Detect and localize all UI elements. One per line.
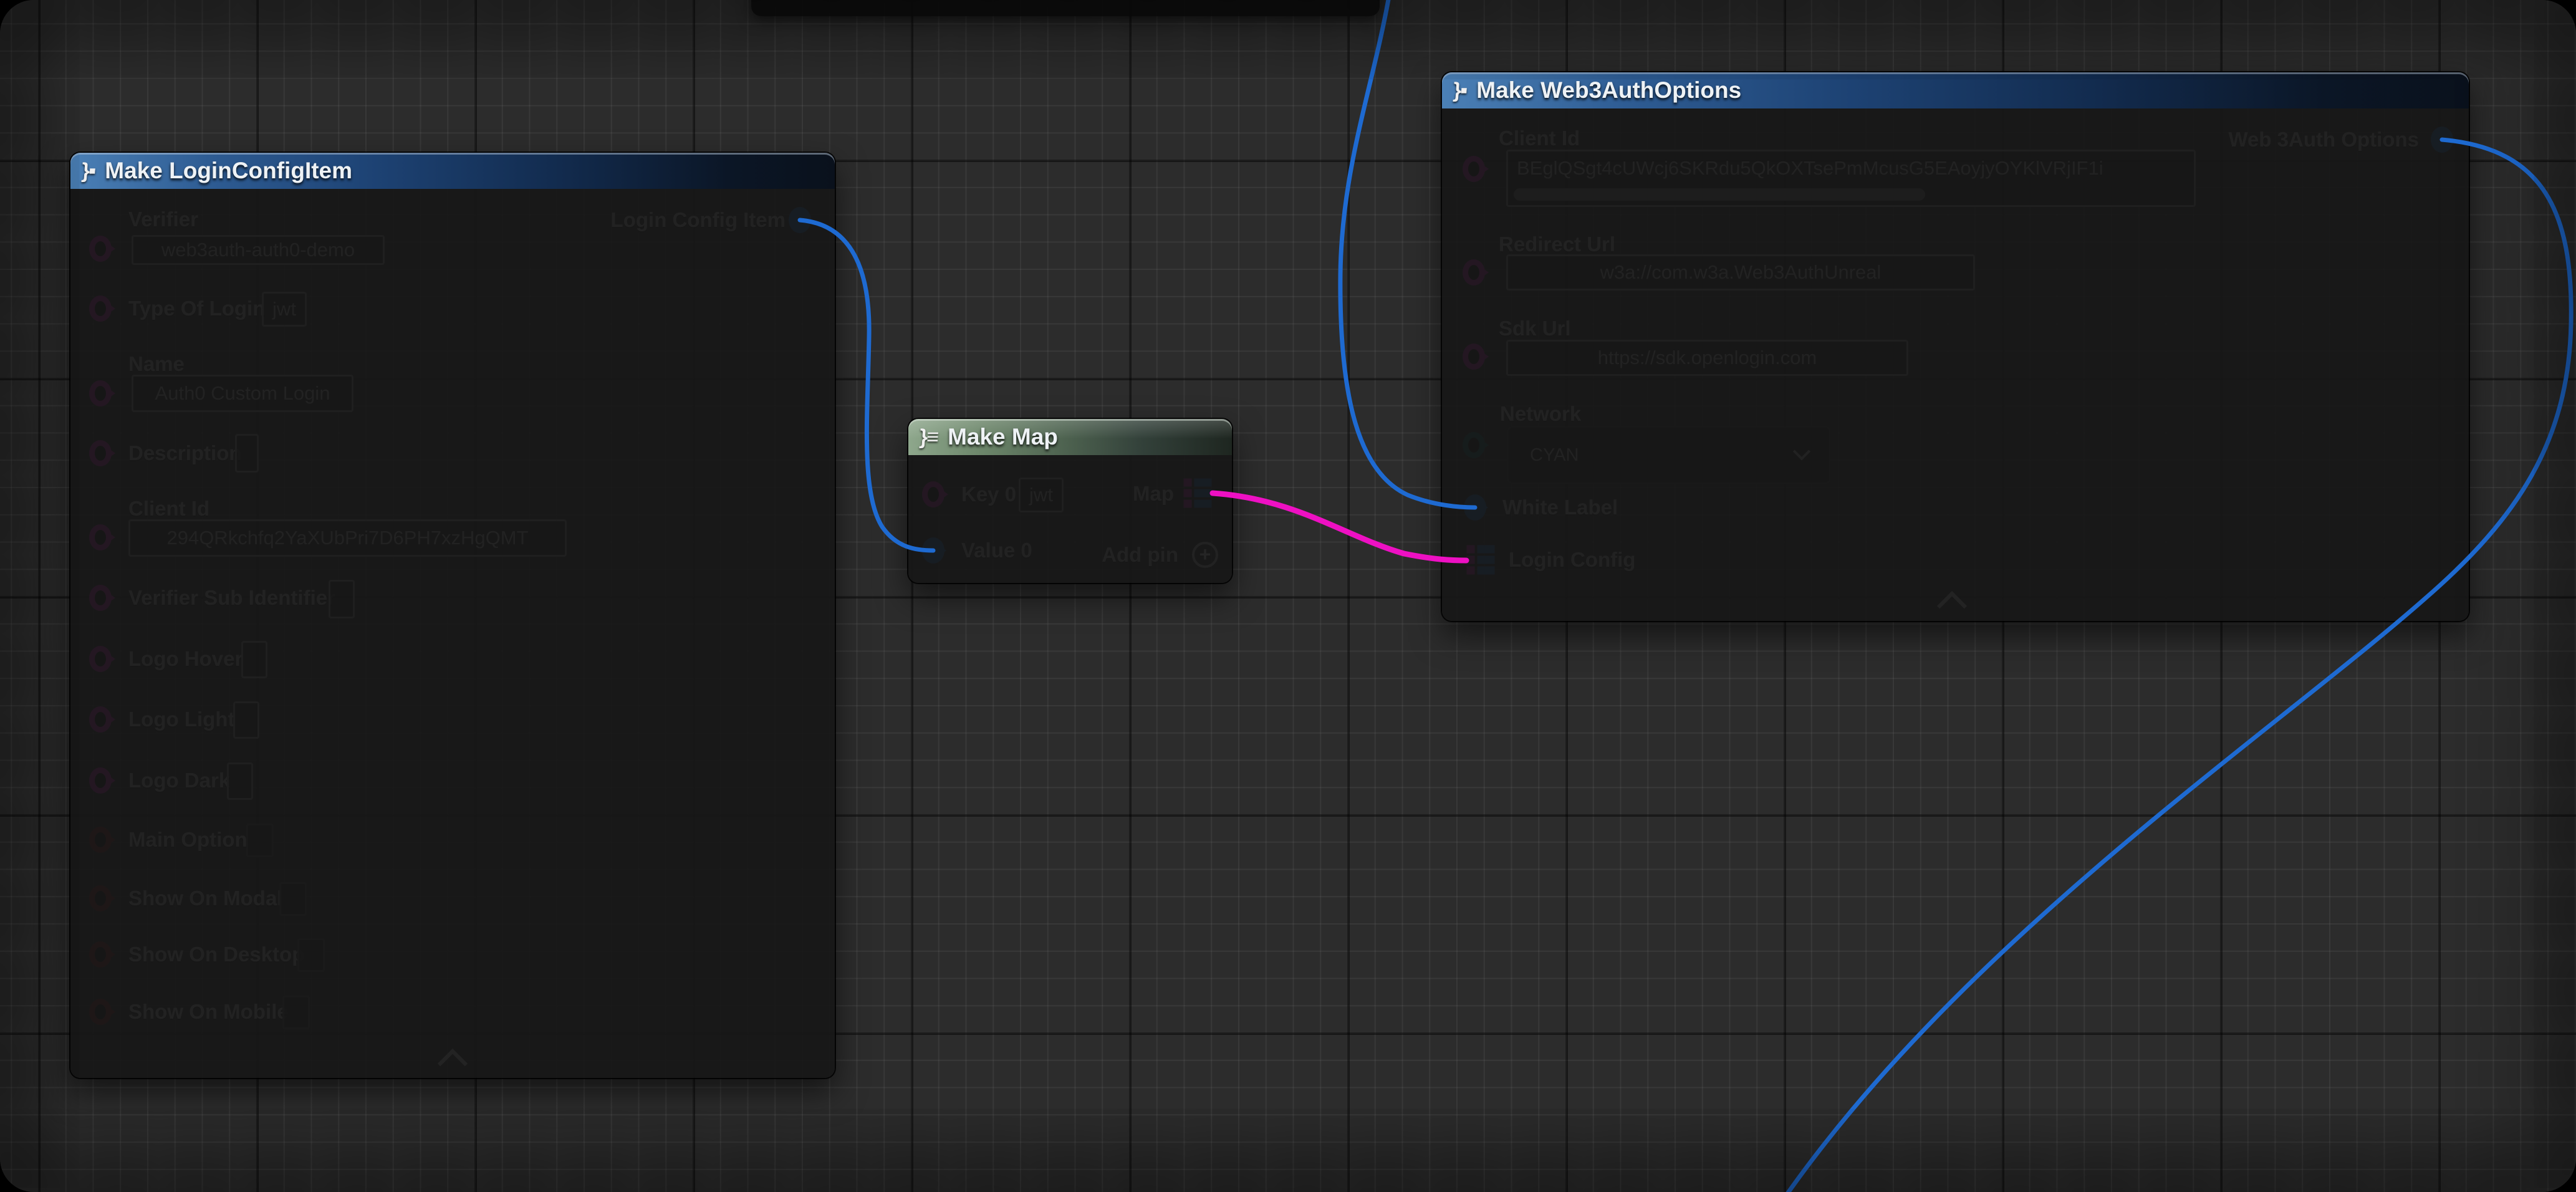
node-title: Make Map	[948, 424, 1058, 450]
node-make-map[interactable]: }≡ Make Map	[908, 419, 1232, 583]
make-struct-icon: }▪	[1453, 79, 1468, 103]
node-header-make-web3authoptions[interactable]: }▪ Make Web3AuthOptions	[1442, 72, 2469, 108]
wire-map-to-login-config[interactable]	[1213, 493, 1466, 560]
node-make-web3authoptions[interactable]: }▪ Make Web3AuthOptions	[1442, 72, 2469, 621]
graph-canvas[interactable]: }▪ Make LoginConfigItem Login Config Ite…	[0, 0, 2576, 1192]
make-struct-icon: }▪	[81, 159, 96, 183]
node-title: Make LoginConfigItem	[105, 158, 352, 184]
offscreen-node-bottom[interactable]	[751, 0, 1380, 16]
node-title: Make Web3AuthOptions	[1476, 77, 1741, 103]
node-header-make-map[interactable]: }≡ Make Map	[908, 419, 1232, 455]
node-header-make-loginconfigitem[interactable]: }▪ Make LoginConfigItem	[70, 153, 835, 189]
blueprint-editor: }▪ Make LoginConfigItem Login Config Ite…	[0, 0, 2576, 1192]
node-make-loginconfigitem[interactable]: }▪ Make LoginConfigItem	[70, 153, 835, 1078]
make-map-icon: }≡	[919, 425, 939, 449]
